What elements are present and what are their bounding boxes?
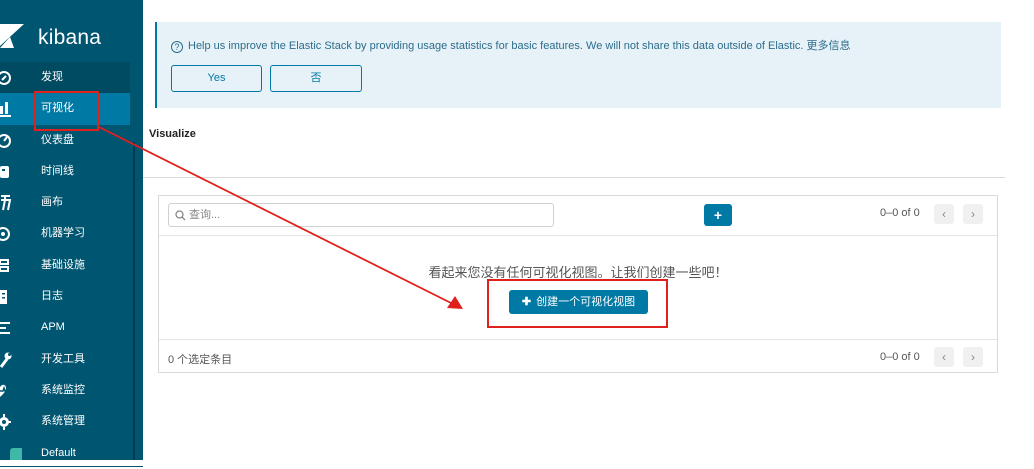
sidebar-item-label: 时间线 (41, 164, 74, 177)
sidebar-scrollbar[interactable] (133, 142, 135, 460)
add-visualization-button[interactable]: + (704, 204, 732, 226)
search-input[interactable] (189, 204, 549, 226)
logs-icon (0, 290, 7, 305)
timeline-icon (0, 165, 9, 178)
sidebar-item-timelion[interactable]: 时间线 (0, 156, 130, 187)
sidebar-item-apm[interactable]: APM (0, 312, 130, 343)
sidebar-item-canvas[interactable]: 画布 (0, 187, 130, 218)
sidebar-bottom-divider (0, 466, 143, 467)
sidebar-item-management[interactable]: 系统管理 (0, 406, 130, 437)
question-circle-icon: ? (171, 41, 183, 53)
machine-learning-icon (0, 227, 10, 242)
chevron-left-icon: ‹ (942, 350, 946, 364)
apm-icon (0, 322, 10, 335)
sidebar-item-label: Default (41, 446, 76, 459)
selected-count: 0 个选定条目 (168, 354, 233, 366)
sidebar-item-label: 系统管理 (41, 415, 85, 428)
heartbeat-icon (0, 384, 11, 397)
sidebar-item-monitoring[interactable]: 系统监控 (0, 375, 130, 406)
chevron-left-icon: ‹ (942, 207, 946, 221)
search-icon (175, 210, 186, 221)
wrench-icon (0, 352, 12, 368)
sidebar-item-label: 系统监控 (41, 383, 85, 396)
sidebar-item-logs[interactable]: 日志 (0, 281, 130, 312)
sidebar-item-machine-learning[interactable]: 机器学习 (0, 218, 130, 249)
page-title: Visualize (149, 128, 196, 140)
prev-page-button[interactable]: ‹ (934, 204, 954, 224)
compass-icon (0, 71, 11, 85)
sidebar-item-label: 日志 (41, 290, 63, 303)
list-footer: 0 个选定条目 0–0 of 0 ‹ › (159, 339, 997, 373)
sidebar-item-space[interactable]: Default (0, 438, 130, 460)
footer-next-page-button[interactable]: › (963, 347, 983, 367)
sidebar-item-label: 画布 (41, 196, 63, 209)
telemetry-banner: ? Help us improve the Elastic Stack by pr… (155, 22, 1001, 108)
yes-button[interactable]: Yes (171, 65, 262, 92)
pager-summary: 0–0 of 0 (880, 207, 920, 219)
sidebar: kibana 发现 可视化 仪表盘 时间线 画布 机器学习 基础设施 日志 AP… (0, 0, 143, 469)
annotation-box-create (487, 279, 668, 328)
dashboard-icon (0, 133, 11, 148)
banner-message: ? Help us improve the Elastic Stack by pr… (171, 37, 851, 53)
brand-header[interactable]: kibana (0, 0, 143, 62)
sidebar-item-label: 机器学习 (41, 227, 85, 240)
no-button[interactable]: 否 (270, 65, 362, 92)
canvas-icon (1, 195, 12, 211)
list-toolbar: + 0–0 of 0 ‹ › (159, 196, 997, 236)
chevron-right-icon: › (971, 207, 975, 221)
brand-title: kibana (38, 26, 102, 49)
sidebar-item-discover[interactable]: 发现 (0, 62, 130, 94)
sidebar-item-label: 基础设施 (41, 258, 85, 271)
sidebar-item-dev-tools[interactable]: 开发工具 (0, 344, 130, 375)
banner-message-text: Help us improve the Elastic Stack by pro… (188, 40, 851, 52)
sidebar-item-infrastructure[interactable]: 基础设施 (0, 250, 130, 281)
search-box[interactable] (168, 203, 554, 227)
sidebar-item-label: 开发工具 (41, 352, 85, 365)
kibana-logo-icon (0, 24, 24, 48)
chevron-right-icon: › (971, 350, 975, 364)
bar-chart-icon (0, 102, 11, 118)
sidebar-item-label: 发现 (41, 71, 63, 83)
sidebar-item-label: APM (41, 321, 65, 334)
footer-pager-summary: 0–0 of 0 (880, 351, 920, 363)
infrastructure-icon (0, 258, 9, 272)
annotation-box-visualize (34, 91, 99, 131)
next-page-button[interactable]: › (963, 204, 983, 224)
space-avatar-icon (10, 447, 22, 460)
footer-prev-page-button[interactable]: ‹ (934, 347, 954, 367)
gear-icon (0, 414, 11, 431)
header-divider (143, 177, 1005, 178)
